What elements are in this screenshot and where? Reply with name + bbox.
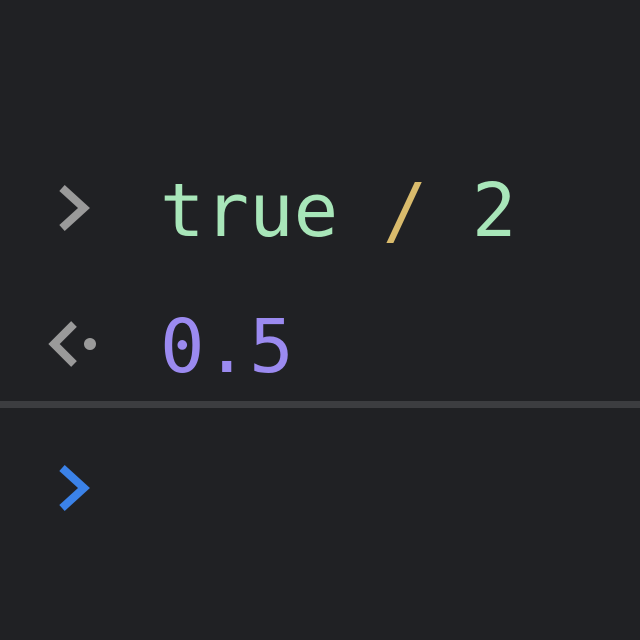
number-two: 2	[471, 168, 517, 254]
return-arrow-icon	[44, 312, 100, 376]
division-operator: /	[382, 168, 428, 254]
console-result-entry: 0.5	[0, 304, 640, 384]
console-divider	[0, 401, 640, 408]
keyword-true: true	[160, 168, 339, 254]
devtools-console: true / 2 0.5	[0, 0, 640, 640]
input-expression: true / 2	[160, 174, 516, 248]
console-prompt[interactable]	[0, 448, 640, 528]
prompt-chevron-icon	[44, 456, 100, 520]
console-input-entry: true / 2	[0, 168, 640, 248]
console-prompt-input[interactable]	[160, 456, 580, 520]
input-chevron-icon	[44, 176, 100, 240]
result-value: 0.5	[160, 304, 294, 390]
